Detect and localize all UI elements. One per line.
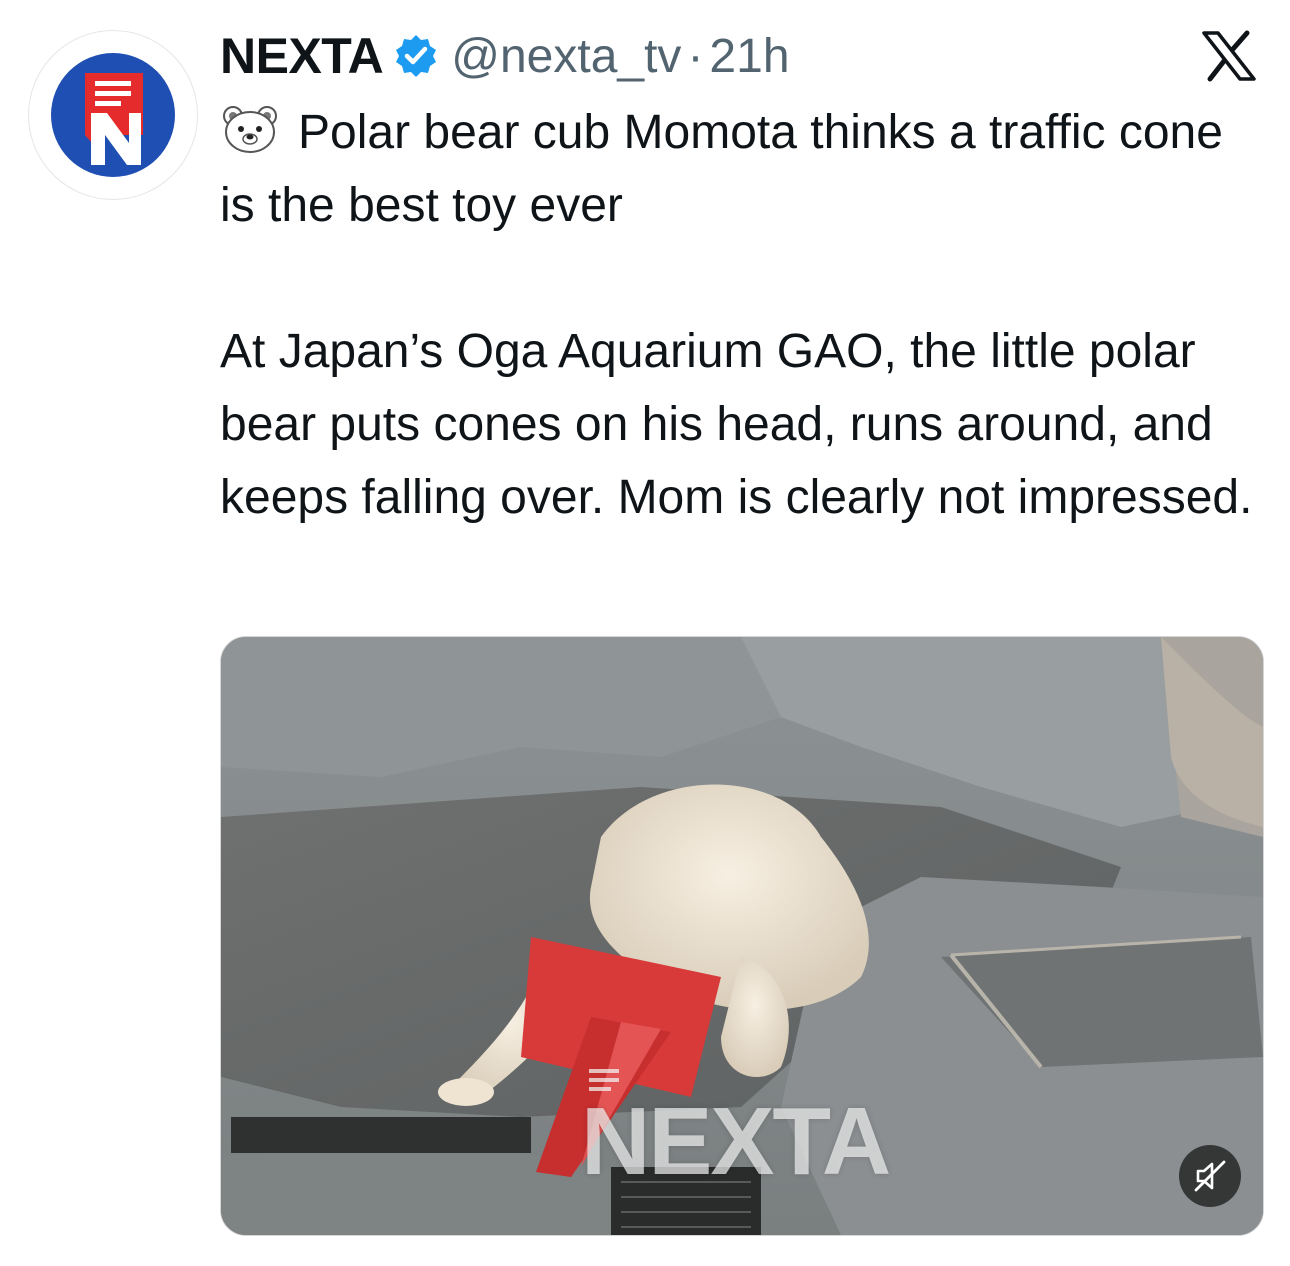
polar-bear-emoji-icon (220, 104, 280, 154)
x-logo-icon[interactable] (1200, 30, 1258, 82)
video-watermark: NEXTA (581, 1088, 891, 1195)
mute-button[interactable] (1179, 1145, 1241, 1207)
tweet-text: Polar bear cub Momota thinks a traffic c… (220, 96, 1260, 534)
separator-dot: · (687, 29, 704, 83)
video-player[interactable]: NEXTA (220, 636, 1264, 1236)
author-name[interactable]: NEXTA (220, 27, 384, 85)
tweet-line-1: Polar bear cub Momota thinks a traffic c… (220, 106, 1223, 232)
avatar[interactable] (28, 30, 198, 200)
post-time[interactable]: 21h (709, 29, 789, 84)
muted-speaker-icon (1194, 1160, 1226, 1192)
tweet-paragraph-2: At Japan’s Oga Aquarium GAO, the little … (220, 325, 1253, 524)
verified-badge-icon (393, 33, 439, 79)
nexta-logo-icon (51, 53, 175, 177)
author-handle[interactable]: @nexta_tv (451, 29, 681, 84)
tweet-header: NEXTA @nexta_tv · 21h (220, 26, 790, 86)
tweet-paragraph-1: Polar bear cub Momota thinks a traffic c… (220, 96, 1260, 242)
